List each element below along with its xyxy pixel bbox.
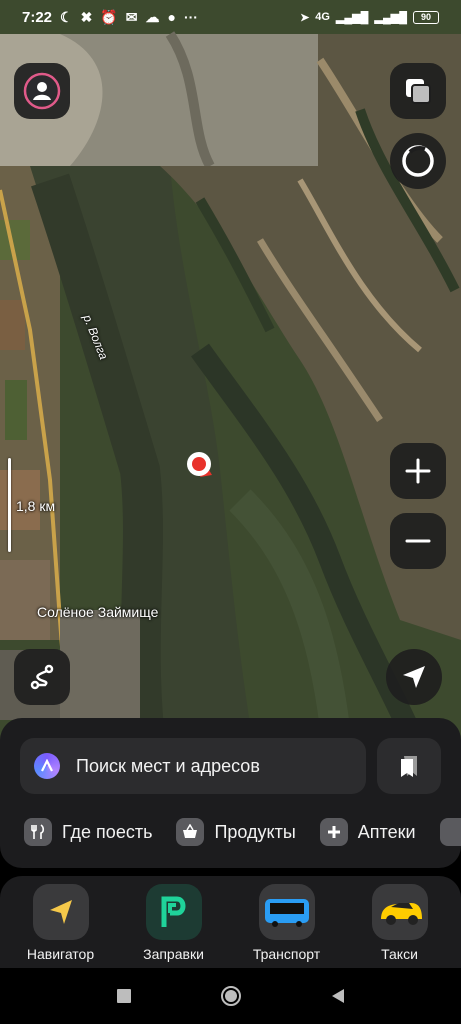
category-chips: Где поесть Продукты Аптеки [0,814,461,850]
chip-food[interactable]: Где поесть [24,814,152,850]
plus-icon [405,458,431,484]
bus-icon [258,884,315,940]
alice-ring-icon [402,145,434,177]
map-scale-bar [8,458,11,552]
chip-label: Где поесть [62,821,153,842]
map-layers-button[interactable] [390,63,446,119]
battery-icon: 90 [413,10,439,24]
search-field[interactable]: Поиск мест и адресов [20,738,366,794]
chip-label: Продукты [214,821,296,842]
alice-voice-button[interactable] [390,133,446,189]
service-label: Навигатор [26,946,95,962]
more-chip-icon [439,818,461,846]
cloud-icon: ☁ [145,8,160,25]
home-icon[interactable] [220,985,242,1007]
route-icon [30,664,54,690]
chip-pharmacy[interactable]: Аптеки [319,814,416,850]
signal-icon-2: ▂▄▆█ [374,11,407,24]
route-button[interactable] [14,649,70,705]
service-label: Транспорт [252,946,321,962]
location-arrow-icon [403,666,425,688]
bookmark-icon [401,756,417,777]
map-view[interactable]: р. Волга Солёное Займище 1,8 км [0,0,461,780]
service-fuel[interactable]: Заправки [117,884,230,968]
app-icon: ● [167,9,176,25]
fork-knife-icon [24,818,52,846]
search-sheet: Поиск мест и адресов Где поесть Продукты… [0,718,461,868]
search-placeholder: Поиск мест и адресов [76,755,260,776]
basket-icon [176,818,205,846]
back-icon[interactable] [330,988,346,1004]
chip-label: Аптеки [357,821,416,842]
plus-icon [319,818,348,846]
status-bar: 7:22 ☾ ✖ ⏰ ✉ ☁ ● ··· ➤ 4G ▂▄▆█ ▂▄▆█ 90 [0,0,461,34]
service-taxi[interactable]: Такси [343,884,456,968]
map-scale-label: 1,8 км [16,498,56,514]
service-label: Заправки [143,946,204,962]
zoom-in-button[interactable] [390,443,446,499]
location-status-icon: ➤ [300,11,310,24]
town-label[interactable]: Солёное Займище [37,604,158,620]
bookmarks-button[interactable] [377,738,441,794]
network-type: 4G [315,11,330,23]
status-time: 7:22 [22,8,53,26]
alarm-icon: ⏰ [100,8,118,25]
service-transport[interactable]: Транспорт [230,884,343,968]
layers-icon [406,79,431,104]
mute-icon: ✖ [80,8,93,25]
chip-more[interactable] [439,814,461,850]
minus-icon [405,539,431,543]
fuel-p-icon [145,884,202,940]
recents-icon[interactable] [116,988,132,1004]
service-label: Такси [381,946,418,962]
location-pin-icon[interactable] [186,451,214,479]
profile-button[interactable] [14,63,70,119]
my-location-button[interactable] [386,649,442,705]
taxi-car-icon [371,884,428,940]
system-nav-bar [0,968,461,1024]
avatar-icon [23,72,61,110]
chip-groceries[interactable]: Продукты [176,814,296,850]
navigator-arrow-icon [32,884,89,940]
more-icon: ··· [183,9,198,25]
services-row: Навигатор Заправки Транспорт Такси [0,876,461,968]
service-navigator[interactable]: Навигатор [4,884,117,968]
moon-icon: ☾ [60,8,73,25]
chat-icon: ✉ [125,8,138,25]
zoom-out-button[interactable] [390,513,446,569]
signal-icon: ▂▄▆█ [335,11,369,24]
alice-icon [34,753,60,779]
